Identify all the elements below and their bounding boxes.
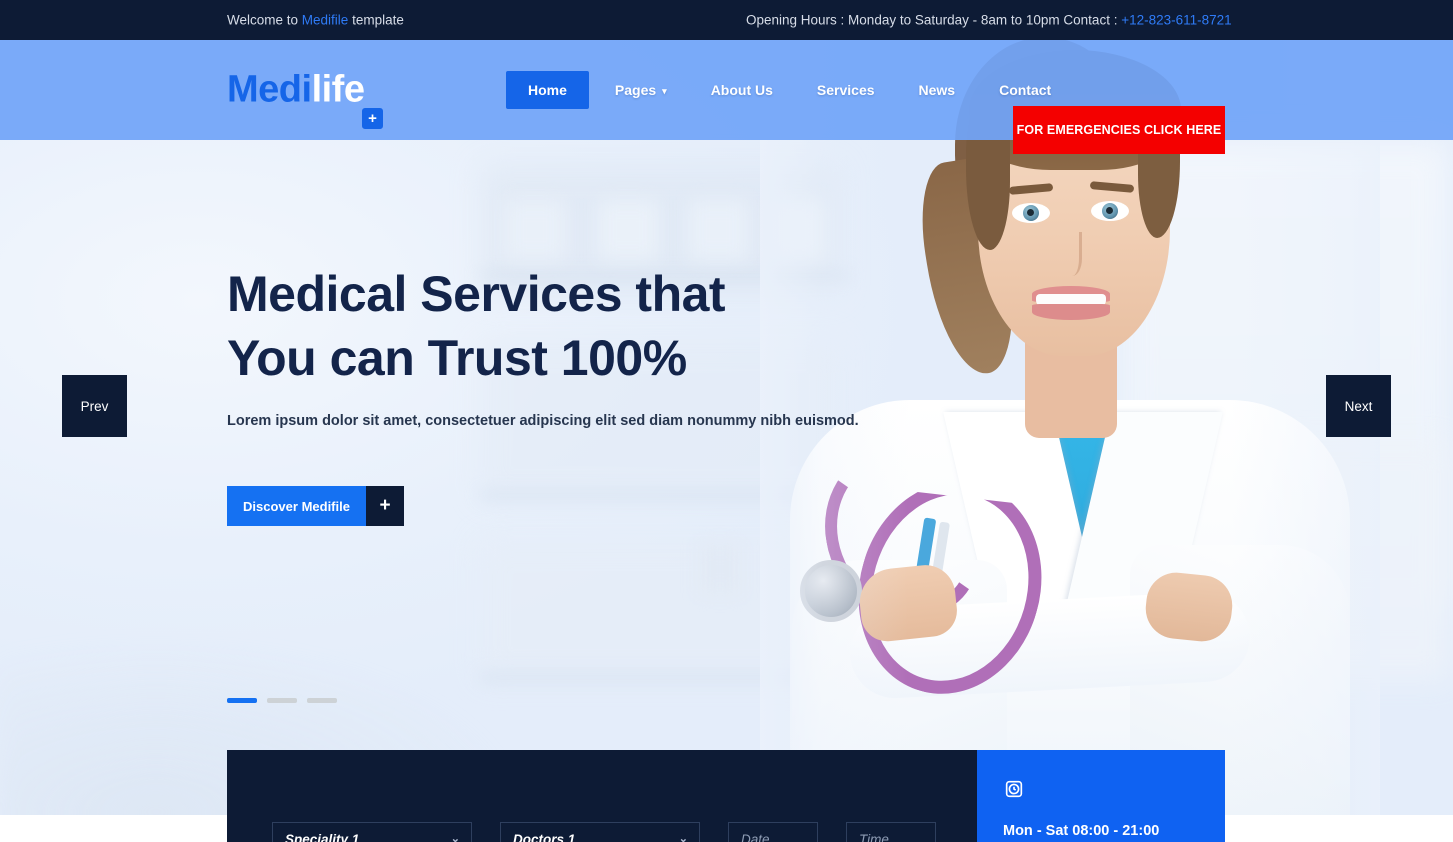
opening-hours-contact: Opening Hours : Monday to Saturday - 8am…: [746, 13, 1232, 28]
opening-hours-panel: Mon - Sat 08:00 - 21:00 Sunday CLOSED: [977, 750, 1225, 842]
doctor-eye: [1091, 201, 1129, 221]
contact-phone-link[interactable]: +12-823-611-8721: [1121, 13, 1231, 28]
nav-label: Home: [528, 82, 567, 98]
slider-dot-3[interactable]: [307, 698, 337, 703]
hours-weekday: Mon - Sat 08:00 - 21:00: [1003, 823, 1160, 839]
site-header: Medilife + Home Pages ▾ About Us Services…: [0, 40, 1453, 154]
doctors-value: Doctors 1: [513, 831, 576, 842]
doctor-eye: [1012, 203, 1050, 223]
nav-label: About Us: [710, 82, 773, 98]
hero-title-line-1: Medical Services that: [227, 266, 726, 322]
page-root: Welcome to Medifile template Opening Hou…: [0, 0, 1453, 842]
welcome-prefix: Welcome to: [227, 12, 302, 28]
site-logo[interactable]: Medilife: [227, 68, 365, 112]
discover-cta[interactable]: Discover Medifile +: [227, 486, 404, 526]
nav-item-home[interactable]: Home: [506, 71, 589, 109]
slider-prev-button[interactable]: Prev: [62, 375, 127, 437]
appointment-form-panel: Speciality 1 ⌄ Doctors 1 ⌄: [227, 750, 977, 842]
time-input[interactable]: [846, 822, 936, 842]
nav-label: News: [918, 82, 956, 98]
doctors-select[interactable]: Doctors 1 ⌄: [500, 822, 700, 842]
welcome-brand-name: Medifile: [301, 12, 349, 28]
chevron-down-icon: ⌄: [678, 833, 688, 842]
doctor-nose: [1058, 232, 1082, 276]
background-box: [598, 200, 658, 260]
speciality-value: Speciality 1: [285, 831, 360, 842]
background-box: [505, 200, 565, 260]
welcome-suffix: template: [348, 12, 404, 28]
plus-icon[interactable]: +: [366, 486, 404, 526]
hero-subtitle: Lorem ipsum dolor sit amet, consectetuer…: [227, 413, 859, 429]
emergency-button[interactable]: FOR EMERGENCIES CLICK HERE: [1013, 106, 1225, 154]
hero-title: Medical Services that You can Trust 100%: [227, 262, 859, 390]
hero-title-line-2: You can Trust 100%: [227, 330, 687, 386]
speciality-select[interactable]: Speciality 1 ⌄: [272, 822, 472, 842]
appointment-fields-row: Speciality 1 ⌄ Doctors 1 ⌄: [272, 822, 936, 842]
main-navigation: Home Pages ▾ About Us Services News Conta…: [506, 71, 1095, 109]
nav-item-about-us[interactable]: About Us: [711, 71, 773, 109]
date-input[interactable]: [728, 822, 818, 842]
alarm-clock-icon: [1005, 780, 1023, 798]
welcome-message: Welcome to Medifile template: [227, 13, 404, 28]
stethoscope-chestpiece: [800, 560, 862, 622]
logo-text-primary: Medi: [227, 68, 312, 111]
background-box: [700, 545, 740, 593]
nav-label: Contact: [999, 82, 1052, 98]
nav-item-services[interactable]: Services: [817, 71, 875, 109]
slider-pagination: [227, 698, 337, 703]
top-info-bar: Welcome to Medifile template Opening Hou…: [0, 0, 1453, 40]
discover-button[interactable]: Discover Medifile: [227, 486, 366, 526]
nav-item-pages[interactable]: Pages ▾: [615, 71, 667, 109]
opening-hours-text: Opening Hours : Monday to Saturday - 8am…: [746, 12, 1122, 28]
logo-text-secondary: life: [311, 68, 365, 111]
slider-next-button[interactable]: Next: [1326, 375, 1391, 437]
nav-item-news[interactable]: News: [919, 71, 956, 109]
doctor-lower-lip: [1032, 304, 1110, 320]
nav-label: Services: [816, 82, 875, 98]
slider-dot-1[interactable]: [227, 698, 257, 703]
slider-dot-2[interactable]: [267, 698, 297, 703]
chevron-down-icon: ▾: [662, 85, 667, 96]
chevron-down-icon: ⌄: [450, 833, 460, 842]
nav-label: Pages: [614, 82, 657, 98]
nav-item-contact[interactable]: Contact: [999, 71, 1051, 109]
background-box: [688, 200, 748, 260]
hero-content: Medical Services that You can Trust 100%…: [227, 262, 859, 526]
medical-cross-icon: +: [362, 108, 383, 129]
